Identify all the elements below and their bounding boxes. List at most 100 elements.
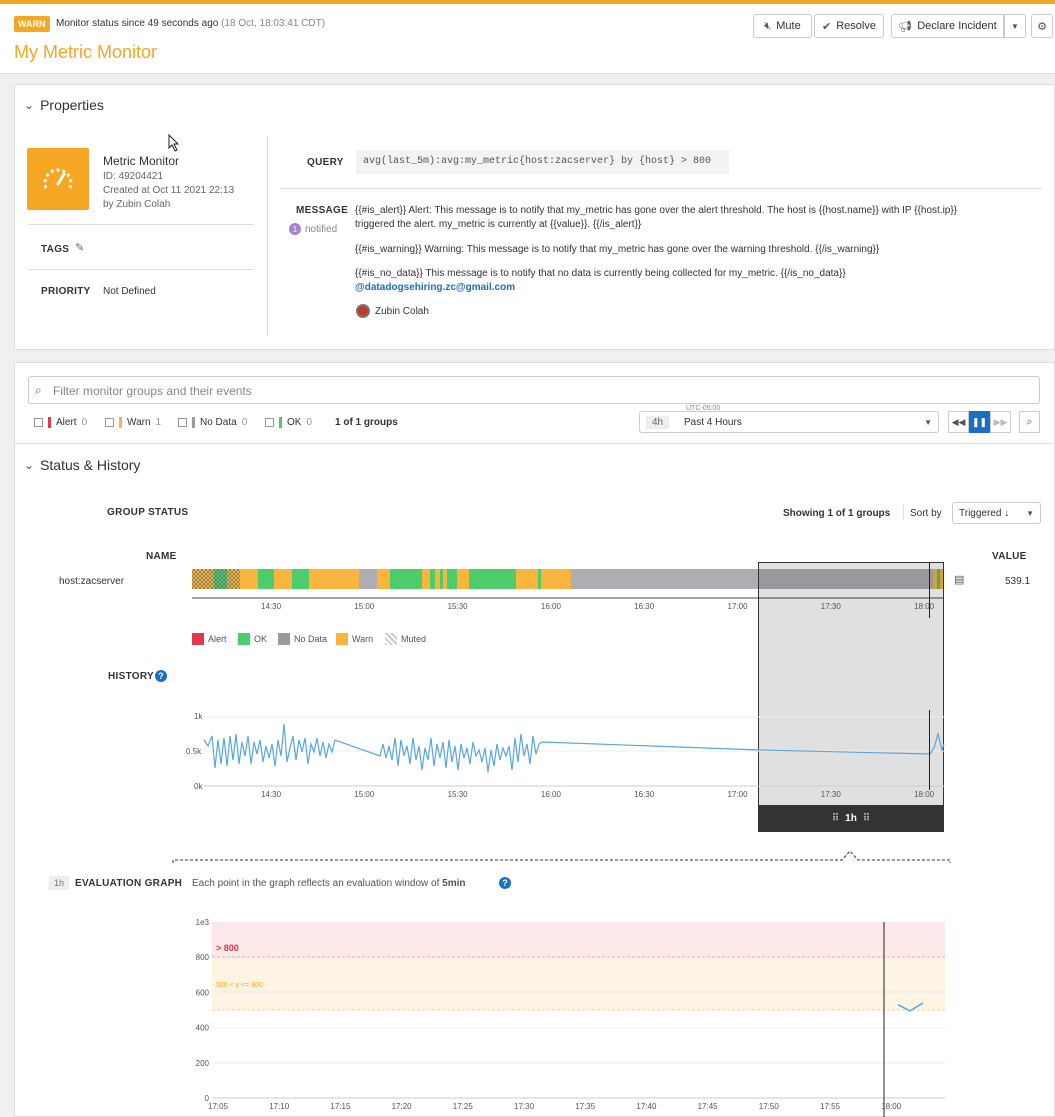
priority-value: Not Defined [103, 286, 156, 297]
caret-down-icon: ▼ [1011, 21, 1019, 31]
warn-swatch [119, 417, 122, 428]
history-tick: 15:30 [447, 790, 468, 799]
warn-band [212, 957, 945, 1010]
alert-band-label: > 800 [216, 943, 239, 953]
filter-warn-checkbox[interactable]: Warn 1 [105, 417, 161, 428]
notified-user: Zubin Colah [356, 304, 429, 318]
warn-band-label: 500 < y <= 800 [216, 982, 263, 989]
time-range-label: Past 4 Hours [684, 417, 742, 428]
timeline-tick: 16:30 [634, 602, 655, 611]
timeline-tick: 15:30 [447, 602, 468, 611]
notebook-icon[interactable]: ▤ [954, 573, 964, 586]
legend-swatch [192, 633, 204, 645]
evaluation-ytick: 1e3 [196, 918, 210, 927]
history-ytick-0k: 0k [194, 782, 203, 791]
sort-by-label: Sort by [910, 508, 942, 519]
resolve-button[interactable]: ✔ Resolve [814, 14, 884, 38]
help-icon[interactable]: ? [155, 670, 167, 682]
legend-swatch [278, 633, 290, 645]
pencil-icon[interactable]: ✎ [75, 241, 84, 254]
declare-incident-dropdown[interactable]: ▼ [1004, 14, 1026, 38]
settings-button[interactable]: ⚙ [1031, 14, 1053, 38]
time-range-select[interactable]: 4h Past 4 Hours ▼ [639, 411, 939, 433]
name-header: NAME [146, 551, 177, 562]
divider [28, 269, 254, 270]
history-series-line [203, 723, 945, 773]
evaluation-xtick: 17:10 [269, 1102, 290, 1111]
notified-label: notified [305, 223, 338, 235]
search-input[interactable]: ⌕ Filter monitor groups and their events [28, 376, 1040, 404]
monitor-type: Metric Monitor [103, 154, 180, 168]
timeline-tick: 16:00 [540, 602, 561, 611]
checkbox[interactable] [105, 418, 114, 427]
filter-alert-count: 0 [81, 417, 88, 428]
divider [14, 443, 1055, 444]
timeline-tick: 18:00 [914, 602, 935, 611]
mute-button[interactable]: 🔇︎ Mute [753, 14, 812, 38]
filter-warn-label: Warn [127, 417, 151, 428]
filter-warn-count: 1 [155, 417, 162, 428]
caret-down-icon: ▼ [1026, 509, 1034, 518]
timeline-tick: 14:30 [261, 602, 282, 611]
filter-nodata-count: 0 [241, 417, 248, 428]
declare-incident-button[interactable]: 📢︎ Declare Incident [891, 14, 1004, 38]
pause-button[interactable]: ❚❚ [969, 411, 990, 433]
group-name[interactable]: host:zacserver [59, 576, 124, 587]
sort-select[interactable]: Triggered ↓ ▼ [952, 502, 1041, 524]
history-tick: 17:00 [727, 790, 748, 799]
notified-count: 1 [289, 223, 301, 235]
alert-band [212, 922, 945, 957]
legend-swatch [238, 633, 250, 645]
evaluation-ytick: 400 [196, 1024, 210, 1033]
timeline-tick: 17:00 [727, 602, 748, 611]
legend-ok: OK [238, 633, 267, 645]
legend-alert: Alert [192, 633, 227, 645]
message-email-link[interactable]: @datadogsehiring.zc@gmail.com [355, 281, 1035, 295]
status-text: Monitor status since 49 seconds ago (18 … [56, 18, 325, 29]
divider [28, 224, 254, 225]
history-ytick-1k: 1k [194, 712, 203, 721]
filter-nodata-checkbox[interactable]: No Data 0 [178, 417, 247, 428]
forward-button[interactable]: ▶▶ [990, 411, 1011, 433]
gear-icon: ⚙ [1037, 20, 1047, 33]
drag-handle-icon: ⠿ [831, 813, 840, 824]
status-history-section-toggle[interactable]: ⌄ Status & History [24, 457, 140, 473]
filter-alert-checkbox[interactable]: Alert 0 [34, 417, 87, 428]
history-tick: 17:30 [820, 790, 841, 799]
history-tick: 16:30 [634, 790, 655, 799]
alert-swatch [48, 417, 51, 428]
evaluation-chart: > 800 500 < y <= 800 1e38006004002000 [196, 918, 945, 1117]
window-handle[interactable]: ⠿ 1h ⠿ [758, 805, 944, 832]
history-tick: 16:00 [540, 790, 561, 799]
help-icon[interactable]: ? [499, 877, 511, 889]
chevron-down-icon: ⌄ [24, 98, 35, 112]
avatar [356, 304, 370, 318]
evaluation-xtick: 17:40 [636, 1102, 657, 1111]
properties-section-toggle[interactable]: ⌄ Properties [24, 97, 104, 113]
legend-label: Muted [401, 634, 427, 644]
group-status-label: GROUP STATUS [107, 507, 189, 518]
page-title: My Metric Monitor [14, 42, 158, 62]
status-history-title: Status & History [40, 457, 141, 473]
magnifier-icon: ⌕ [1026, 415, 1033, 428]
filter-ok-checkbox[interactable]: OK 0 [265, 417, 312, 428]
filter-ok-count: 0 [306, 417, 313, 428]
evaluation-xtick: 17:20 [391, 1102, 412, 1111]
checkbox[interactable] [178, 418, 187, 427]
status-badge: WARN [14, 16, 50, 32]
value-header: VALUE [992, 551, 1027, 562]
rewind-button[interactable]: ◀◀ [948, 411, 969, 433]
window-label: 1h [845, 813, 857, 824]
zoom-bracket [172, 850, 951, 863]
zoom-button[interactable]: ⌕ [1019, 411, 1040, 433]
checkbox[interactable] [34, 418, 43, 427]
monitor-author: by Zubin Colah [103, 199, 171, 210]
evaluation-ytick: 600 [196, 988, 210, 997]
legend-swatch [336, 633, 348, 645]
query-label: QUERY [307, 157, 344, 168]
sort-value: Triggered ↓ [959, 508, 1010, 519]
checkbox[interactable] [265, 418, 274, 427]
divider [280, 188, 1042, 189]
evaluation-xtick: 17:45 [697, 1102, 718, 1111]
pause-icon: ❚❚ [971, 416, 988, 427]
